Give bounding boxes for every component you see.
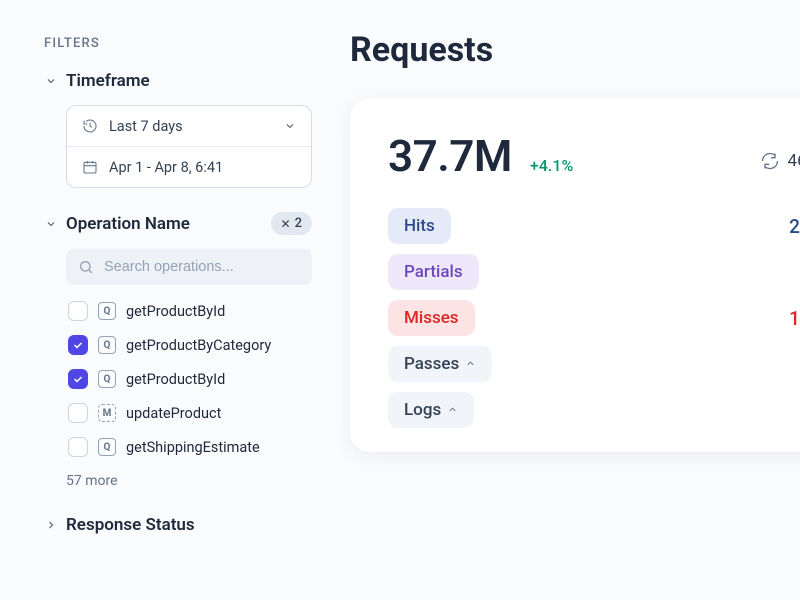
stat-misses[interactable]: Misses 10. (388, 300, 800, 336)
section-operation[interactable]: Operation Name ✕ 2 (44, 212, 312, 235)
sync-status: 46h (760, 151, 800, 171)
query-badge: Q (98, 302, 116, 320)
checkbox[interactable] (68, 403, 88, 423)
section-timeframe[interactable]: Timeframe (44, 71, 312, 91)
chevron-down-icon (283, 119, 297, 133)
operation-item[interactable]: Q getProductById (66, 365, 312, 393)
stat-label: Misses (388, 300, 475, 336)
timeframe-preset-label: Last 7 days (109, 118, 183, 135)
chevron-down-icon (44, 74, 58, 88)
calendar-icon (81, 158, 99, 176)
timeframe-box: Last 7 days Apr 1 - Apr 8, 6:41 (66, 105, 312, 188)
operation-title: Operation Name (66, 214, 263, 234)
checkbox[interactable] (68, 437, 88, 457)
checkbox[interactable] (68, 301, 88, 321)
checkbox[interactable] (68, 335, 88, 355)
stat-logs[interactable]: Logs 1. (388, 392, 800, 428)
search-input[interactable] (104, 259, 300, 275)
operation-search[interactable] (66, 249, 312, 285)
operation-label: updateProduct (126, 405, 221, 422)
timeframe-preset[interactable]: Last 7 days (67, 106, 311, 146)
operation-label: getProductById (126, 371, 225, 388)
filters-heading: FILTERS (44, 36, 312, 51)
mutation-badge: M (98, 404, 116, 422)
operation-item[interactable]: Q getShippingEstimate (66, 433, 312, 461)
metric-delta: +4.1% (530, 156, 573, 175)
stat-passes[interactable]: Passes 2. (388, 346, 800, 382)
operation-count: 2 (295, 216, 302, 231)
timeframe-title: Timeframe (66, 71, 312, 91)
timeframe-range[interactable]: Apr 1 - Apr 8, 6:41 (67, 146, 311, 187)
operation-item[interactable]: M updateProduct (66, 399, 312, 427)
query-badge: Q (98, 336, 116, 354)
stat-label: Hits (388, 208, 451, 244)
metric-total: 37.7M (388, 130, 512, 182)
chevron-up-icon (465, 354, 476, 374)
operation-item[interactable]: Q getProductByCategory (66, 331, 312, 359)
stat-hits[interactable]: Hits 21. (388, 208, 800, 244)
stat-label: Passes (388, 346, 492, 382)
stat-value: 10. (789, 307, 800, 330)
stat-partials[interactable]: Partials 9. (388, 254, 800, 290)
timeframe-range-label: Apr 1 - Apr 8, 6:41 (109, 159, 223, 176)
operation-label: getProductById (126, 303, 225, 320)
chevron-up-icon (447, 400, 458, 420)
operations-more[interactable]: 57 more (66, 473, 312, 489)
stat-label: Partials (388, 254, 479, 290)
sync-icon (760, 151, 780, 171)
query-badge: Q (98, 370, 116, 388)
operation-item[interactable]: Q getProductById (66, 297, 312, 325)
history-icon (81, 117, 99, 135)
close-icon: ✕ (281, 217, 291, 231)
sync-value: 46h (788, 151, 800, 171)
operation-label: getShippingEstimate (126, 439, 260, 456)
requests-card: 37.7M +4.1% 46h Hits 21. Partials 9. Mis… (350, 98, 800, 452)
operation-label: getProductByCategory (126, 337, 271, 354)
stat-value: 21. (789, 215, 800, 238)
stat-label: Logs (388, 392, 474, 428)
checkbox[interactable] (68, 369, 88, 389)
search-icon (78, 259, 94, 275)
response-status-title: Response Status (66, 515, 312, 535)
operation-list: Q getProductById Q getProductByCategory … (66, 297, 312, 461)
page-title: Requests (350, 30, 800, 70)
chevron-right-icon (44, 518, 58, 532)
query-badge: Q (98, 438, 116, 456)
chevron-down-icon (44, 217, 58, 231)
section-response-status[interactable]: Response Status (44, 515, 312, 535)
operation-count-pill[interactable]: ✕ 2 (271, 212, 312, 235)
